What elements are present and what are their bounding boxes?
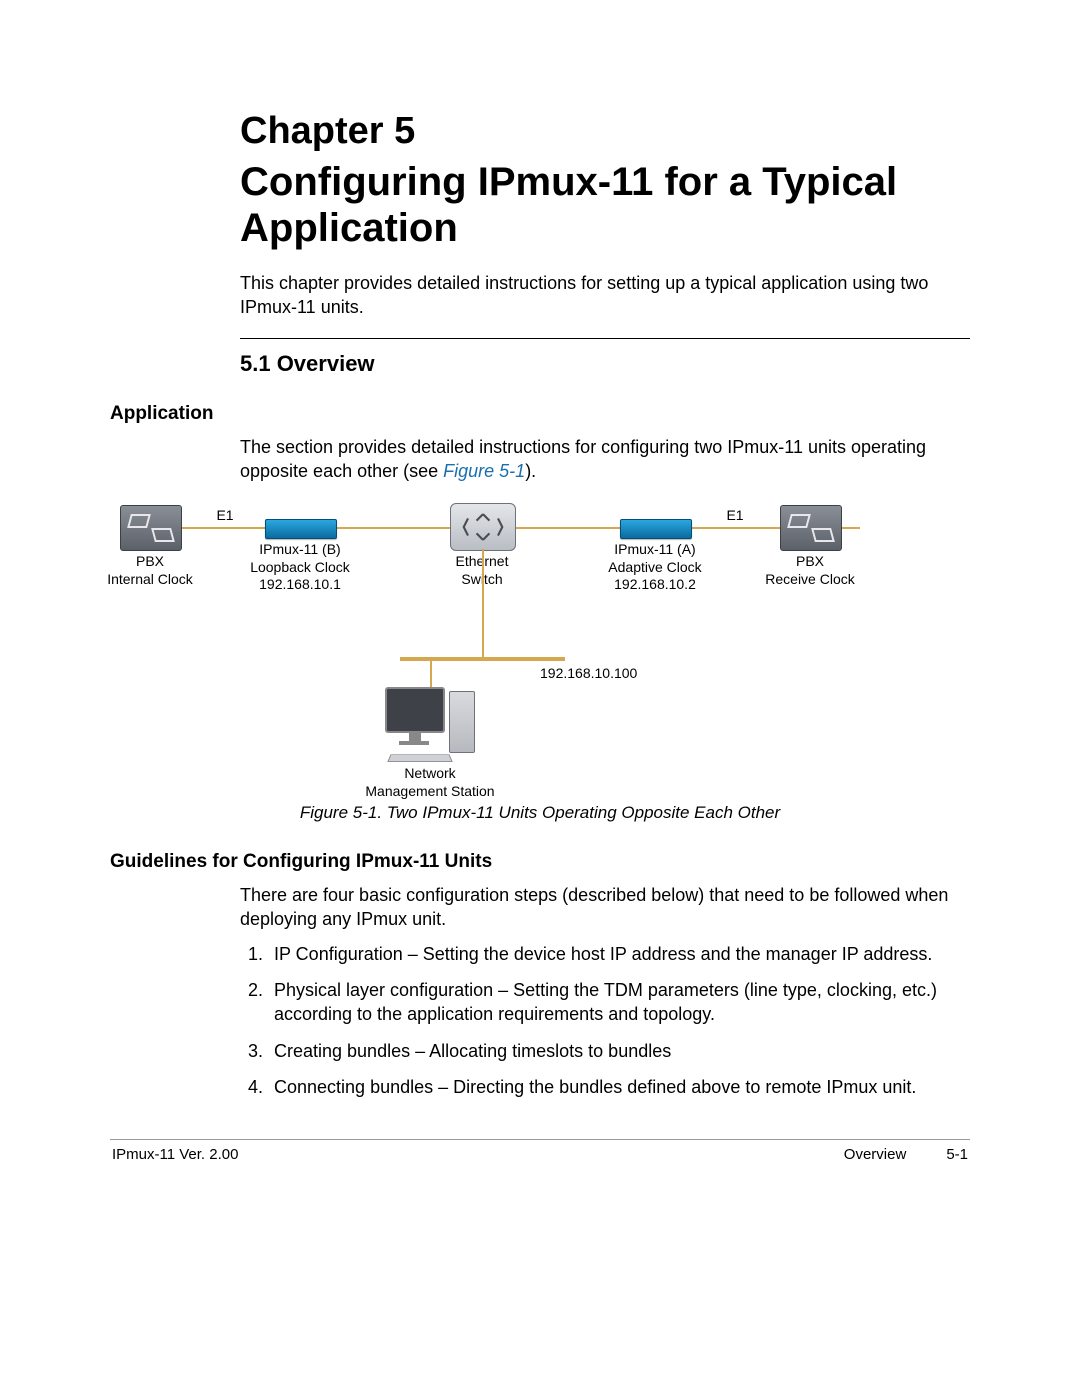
chapter-title: Configuring IPmux-11 for a Typical Appli… bbox=[110, 159, 970, 251]
pbx-right-label: PBXReceive Clock bbox=[765, 553, 854, 588]
e1-right-label: E1 bbox=[726, 507, 743, 523]
ipmux-b-icon bbox=[265, 519, 337, 539]
wire-drop bbox=[482, 549, 484, 659]
step-4: Connecting bundles – Directing the bundl… bbox=[268, 1075, 970, 1099]
application-text-2: ). bbox=[525, 461, 536, 481]
nms-ip-label: 192.168.10.100 bbox=[540, 665, 637, 681]
section-divider bbox=[240, 338, 970, 339]
application-text-1: The section provides detailed instructio… bbox=[240, 437, 926, 481]
footer-divider bbox=[110, 1139, 970, 1140]
ipmux-b-label: IPmux-11 (B)Loopback Clock192.168.10.1 bbox=[250, 541, 350, 594]
figure-5-1-link[interactable]: Figure 5-1 bbox=[443, 461, 525, 481]
wire-nms bbox=[430, 659, 432, 689]
pbx-left-label: PBXInternal Clock bbox=[107, 553, 193, 588]
section-heading-overview: 5.1 Overview bbox=[110, 351, 970, 377]
ipmux-a-icon bbox=[620, 519, 692, 539]
footer-section-name: Overview bbox=[844, 1146, 907, 1163]
step-1: IP Configuration – Setting the device ho… bbox=[268, 942, 970, 966]
footer-product-version: IPmux-11 Ver. 2.00 bbox=[112, 1146, 238, 1163]
chapter-intro: This chapter provides detailed instructi… bbox=[110, 271, 970, 320]
step-3: Creating bundles – Allocating timeslots … bbox=[268, 1039, 970, 1063]
nms-label: NetworkManagement Station bbox=[365, 765, 494, 800]
footer-page-number: 5-1 bbox=[946, 1146, 968, 1163]
lan-segment bbox=[400, 657, 565, 661]
e1-left-label: E1 bbox=[216, 507, 233, 523]
figure-5-1-caption: Figure 5-1. Two IPmux-11 Units Operating… bbox=[110, 803, 970, 823]
nms-icon bbox=[385, 687, 475, 761]
heading-application: Application bbox=[110, 403, 970, 425]
application-paragraph: The section provides detailed instructio… bbox=[110, 435, 970, 484]
guidelines-intro: There are four basic configuration steps… bbox=[110, 883, 970, 932]
ipmux-a-label: IPmux-11 (A)Adaptive Clock192.168.10.2 bbox=[608, 541, 701, 594]
pbx-right-icon bbox=[780, 505, 842, 551]
guidelines-step-list: IP Configuration – Setting the device ho… bbox=[110, 942, 970, 1099]
page-footer: IPmux-11 Ver. 2.00 Overview 5-1 bbox=[110, 1146, 970, 1163]
pbx-left-icon bbox=[120, 505, 182, 551]
ethernet-switch-icon bbox=[450, 503, 516, 551]
figure-5-1-diagram: PBXInternal Clock E1 IPmux-11 (B)Loopbac… bbox=[100, 497, 930, 797]
heading-guidelines: Guidelines for Configuring IPmux-11 Unit… bbox=[110, 851, 970, 873]
step-2: Physical layer configuration – Setting t… bbox=[268, 978, 970, 1027]
chapter-number: Chapter 5 bbox=[110, 110, 970, 153]
